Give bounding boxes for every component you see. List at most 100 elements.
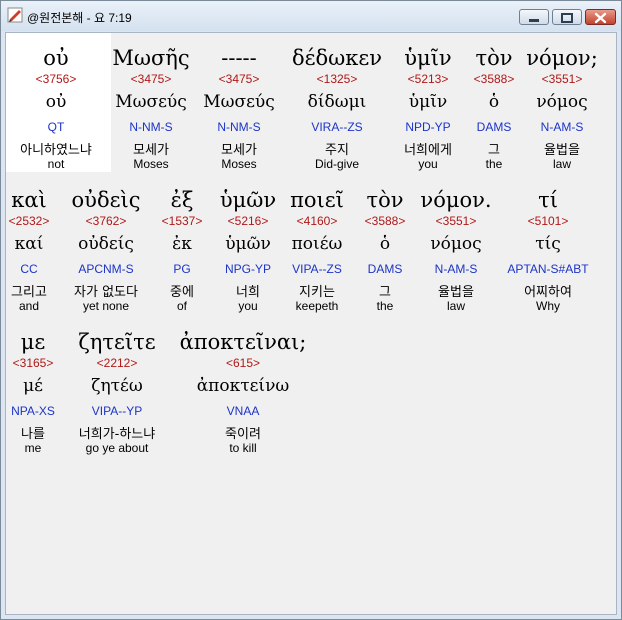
word-lemma: Μωσεύς [115,92,187,112]
window-title: @원전본해 - 요 7:19 [27,11,132,25]
word-strong: <1325> [316,72,358,86]
title-bar[interactable]: @원전본해 - 요 7:19 [1,1,621,31]
word-english: go ye about [85,441,149,455]
minimize-button[interactable] [519,9,549,25]
word-greek: ὑμῶν [219,188,277,212]
maximize-button[interactable] [552,9,582,25]
word-korean: 어찌하여 [524,285,572,300]
word-strong: <5213> [407,72,449,86]
word-morph: NPG-YP [224,262,272,276]
word-greek: με [20,330,46,354]
word-morph: CC [20,262,38,276]
word-korean: 모세가 [221,143,257,158]
word-strong: <5101> [527,214,569,228]
word-greek: τί [538,188,558,212]
word-lemma: ὑμῖν [408,92,448,112]
word-korean: 율법을 [438,285,474,300]
word-greek: τὸν [366,188,404,212]
word-strong: <3475> [130,72,172,86]
word-strong: <2532> [8,214,50,228]
word-lemma: καί [14,234,44,254]
word-english: and [18,299,40,313]
word-lemma: ὑμῶν [225,234,271,254]
word-korean: 너희 [236,285,260,300]
app-window: @원전본해 - 요 7:19 οὐ <3756> οὐ QT 아니하였느냐 not Μωσῆ… [0,0,622,620]
word-morph: APTAN-S#ABT [507,262,589,276]
close-button[interactable] [585,9,616,25]
word-strong: <615> [225,356,261,370]
word-korean: 그 [488,143,500,158]
word-lemma: νόμος [536,92,588,112]
word-lemma: ὁ [488,92,500,112]
word-strong: <3165> [12,356,54,370]
word-strong: <3551> [435,214,477,228]
word-greek: δέδωκεν [291,46,383,70]
word-english: law [552,157,572,171]
word-lemma: οὐ [45,92,67,112]
word-english: the [376,299,394,313]
word-strong: <3762> [85,214,127,228]
word-morph: N-AM-S [434,262,478,276]
word-strong: <3551> [541,72,583,86]
word-morph: NPD-YP [405,120,451,134]
word-strong: <2212> [96,356,138,370]
app-icon [7,7,23,23]
word-greek: Μωσῆς [112,46,190,70]
word-korean: 자가 없도다 [74,285,138,300]
word-greek: ποιεῖ [290,188,344,212]
word-morph: NPA-XS [11,404,55,418]
word-greek: ὑμῖν [404,46,452,70]
word-english: Did-give [314,157,360,171]
word-english: Why [536,299,560,313]
word-lemma: μέ [23,376,43,396]
word-lemma: ἀποκτείνω [196,376,290,396]
word-greek: ----- [221,46,257,70]
word-korean: 중에 [170,285,194,300]
word-english: of [176,299,188,313]
word-greek: οὐ [43,46,69,70]
word-greek: οὐδεὶς [71,188,141,212]
word-english: me [24,441,42,455]
word-morph: VIRA--ZS [311,120,363,134]
word-morph: VIPA--YP [91,404,143,418]
word-korean: 아니하였느냐 [20,143,92,158]
minimize-icon [529,19,539,22]
word-english: you [238,299,258,313]
maximize-icon [561,13,573,23]
word-lemma: ὁ [379,234,391,254]
word-korean: 주지 [325,143,349,158]
word-morph: DAMS [367,262,403,276]
word-english: Moses [133,157,169,171]
word-english: not [47,157,65,171]
word-korean: 그 [379,285,391,300]
word-korean: 너희가-하느냐 [78,427,156,442]
word-lemma: Μωσεύς [203,92,275,112]
word-strong: <3588> [364,214,406,228]
word-strong: <3588> [473,72,515,86]
word-korean: 그리고 [11,285,47,300]
word-morph: QT [47,120,65,134]
word-lemma: ζητέω [91,376,143,396]
word-morph: VNAA [226,404,260,418]
word-greek: τὸν [475,46,513,70]
word-greek: νόμον. [420,188,492,212]
word-strong: <5216> [227,214,269,228]
word-greek: ζητεῖτε [78,330,156,354]
word-english: yet none [82,299,130,313]
word-lemma: δίδωμι [307,92,367,112]
word-korean: 죽이려 [225,427,261,442]
word-greek: νόμον; [526,46,598,70]
word-english: to kill [229,441,257,455]
word-english: law [446,299,466,313]
word-korean: 율법을 [544,143,580,158]
word-english: keepeth [295,299,339,313]
word-morph: N-NM-S [217,120,261,134]
word-english: you [418,157,438,171]
word-strong: <1537> [161,214,203,228]
word-morph: PG [173,262,191,276]
word-korean: 지키는 [299,285,335,300]
close-icon [594,12,607,24]
word-morph: APCNM-S [78,262,134,276]
word-morph: N-AM-S [540,120,584,134]
word-lemma: οὐδείς [78,234,134,254]
